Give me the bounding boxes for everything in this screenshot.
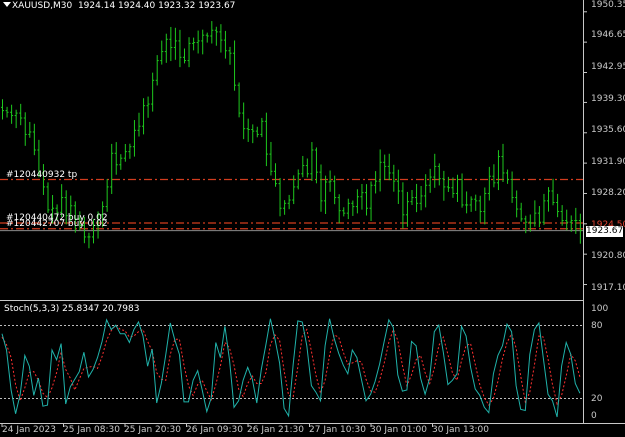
- stochastic-title: Stoch(5,3,3) 25.8347 20.7983: [4, 304, 140, 314]
- price-label: 1920.80: [591, 251, 625, 261]
- time-label: 27 Jan 10:30: [309, 425, 366, 435]
- price-label: 1942.95: [591, 62, 625, 72]
- price-label: 1931.90: [591, 157, 625, 167]
- time-label: 24 Jan 2023: [2, 425, 56, 435]
- time-label: 25 Jan 08:30: [63, 425, 120, 435]
- current-price-badge: 1923.67: [586, 226, 624, 237]
- time-label: 26 Jan 21:30: [247, 425, 304, 435]
- time-label: 30 Jan 13:00: [432, 425, 489, 435]
- stoch-main-line: [1, 318, 581, 418]
- ohlc-values: 1924.14 1924.40 1923.32 1923.67: [77, 1, 236, 11]
- time-label: 30 Jan 01:00: [370, 425, 427, 435]
- stoch-level-label: 20: [591, 394, 603, 404]
- price-label: 1928.20: [591, 188, 625, 198]
- stoch-level-label: 100: [591, 304, 609, 314]
- time-label: 26 Jan 09:30: [186, 425, 243, 435]
- chart-menu-arrow-icon[interactable]: [3, 2, 11, 7]
- trading-chart-window[interactable]: XAUUSD,M30 1924.14 1924.40 1923.32 1923.…: [0, 0, 625, 437]
- chart-title: XAUUSD,M30 1924.14 1924.40 1923.32 1923.…: [12, 1, 235, 11]
- symbol-timeframe: XAUUSD,M30: [12, 1, 73, 11]
- price-label: 1950.35: [591, 0, 625, 10]
- order-label-buy-2[interactable]: #120442707 buy 0.02: [6, 219, 108, 229]
- price-label: 1939.30: [591, 94, 625, 104]
- price-label: 1935.60: [591, 125, 625, 135]
- price-label: 1917.10: [591, 283, 625, 293]
- stoch-level-label: 0: [591, 411, 597, 421]
- price-label: 1946.65: [591, 30, 625, 40]
- stoch-level-label: 80: [591, 321, 603, 331]
- order-label-tp[interactable]: #120440932 tp: [6, 170, 77, 180]
- time-label: 25 Jan 20:30: [124, 425, 181, 435]
